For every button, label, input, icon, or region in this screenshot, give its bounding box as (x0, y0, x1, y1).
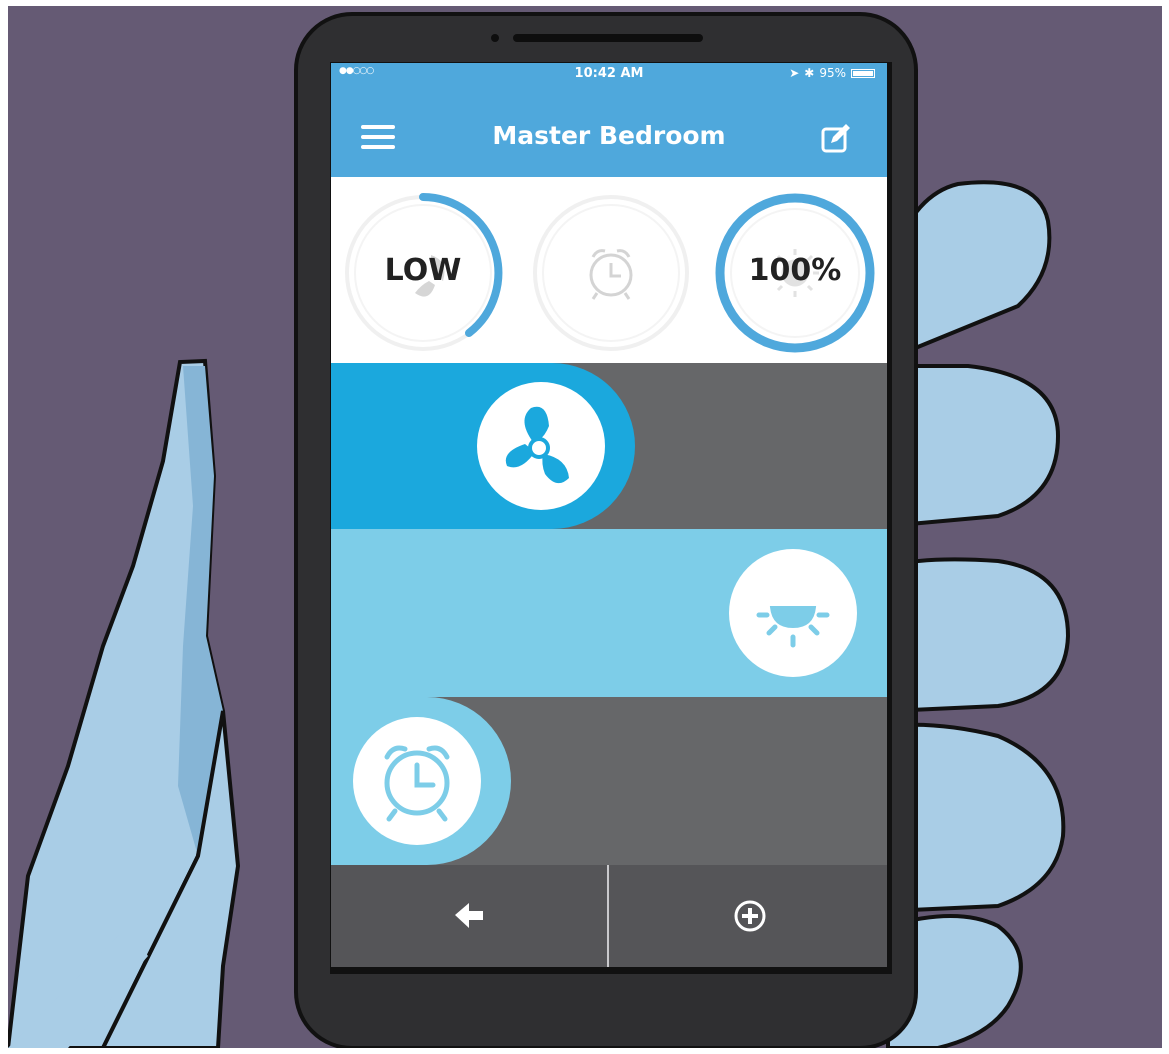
light-slider-knob[interactable] (729, 549, 857, 677)
battery-icon (851, 68, 875, 78)
phone-screen: ●●○○○ 10:42 AM ➤ ✱ 95% Master Bedroom LO… (331, 63, 887, 967)
status-bar: ●●○○○ 10:42 AM ➤ ✱ 95% (331, 63, 887, 85)
edit-icon[interactable] (819, 121, 853, 155)
add-button[interactable] (609, 865, 885, 967)
fan-speed-gauge[interactable]: LOW (339, 189, 507, 357)
plus-circle-icon (734, 900, 766, 932)
status-right: ➤ ✱ 95% (789, 66, 875, 80)
bluetooth-icon: ✱ (804, 66, 815, 80)
bottom-toolbar (331, 865, 887, 967)
light-brightness-gauge[interactable]: 100% (711, 189, 879, 357)
alarm-gauge-ring (533, 195, 689, 351)
light-control-row[interactable] (331, 529, 887, 697)
alarm-clock-icon (384, 745, 450, 822)
fan-control-row[interactable] (331, 363, 887, 529)
alarm-gauge[interactable] (527, 189, 695, 357)
back-button[interactable] (331, 865, 607, 967)
alarm-clock-icon (589, 249, 633, 300)
light-brightness-label: 100% (748, 253, 842, 288)
fan-speed-label: LOW (384, 253, 462, 288)
alarm-control-row[interactable] (331, 697, 887, 865)
battery-percent: 95% (819, 66, 846, 80)
alarm-slider-knob[interactable] (353, 717, 481, 845)
location-icon: ➤ (789, 66, 800, 80)
arrow-left-icon (455, 903, 483, 928)
fan-slider-knob[interactable] (477, 382, 605, 510)
fan-icon (505, 406, 569, 484)
page-title: Master Bedroom (492, 121, 726, 150)
nav-bar: Master Bedroom (331, 85, 887, 177)
status-gauges: LOW 100% (331, 177, 887, 363)
light-icon (756, 606, 830, 648)
